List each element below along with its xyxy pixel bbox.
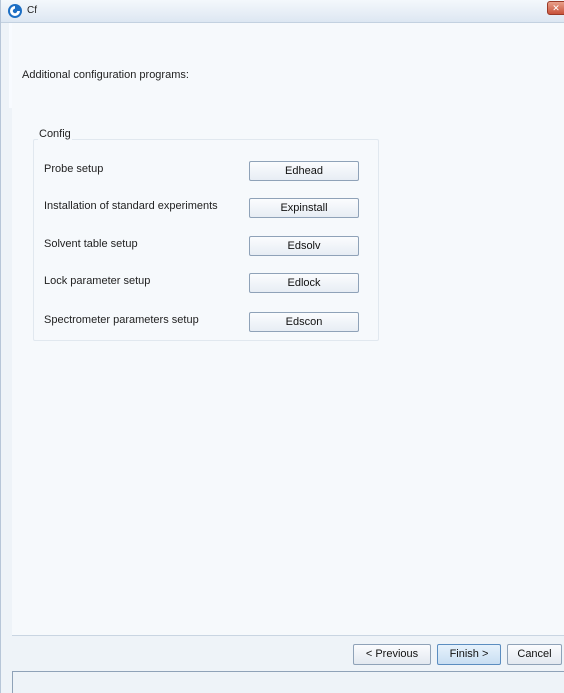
edscon-button[interactable]: Edscon [249, 312, 359, 332]
lock-parameter-label: Lock parameter setup [44, 275, 151, 287]
window-title: Cf [27, 5, 37, 16]
close-button[interactable]: ✕ [547, 1, 564, 15]
title-bar[interactable]: Cf ✕ [1, 0, 564, 23]
edhead-button[interactable]: Edhead [249, 161, 359, 181]
previous-button[interactable]: < Previous [353, 644, 431, 665]
standard-experiments-label: Installation of standard experiments [44, 200, 218, 212]
close-icon: ✕ [552, 3, 560, 13]
app-icon [8, 4, 22, 18]
probe-setup-label: Probe setup [44, 163, 104, 175]
dialog-window: Cf ✕ Additional configuration programs: … [0, 0, 564, 693]
status-bar [12, 671, 564, 693]
expinstall-button[interactable]: Expinstall [249, 198, 359, 218]
config-group-title: Config [38, 128, 72, 140]
footer-divider [12, 635, 564, 636]
cancel-button[interactable]: Cancel [507, 644, 562, 665]
finish-button[interactable]: Finish > [437, 644, 501, 665]
page-header: Additional configuration programs: [22, 69, 189, 81]
spectrometer-parameters-label: Spectrometer parameters setup [44, 314, 199, 326]
solvent-table-label: Solvent table setup [44, 238, 138, 250]
edsolv-button[interactable]: Edsolv [249, 236, 359, 256]
edlock-button[interactable]: Edlock [249, 273, 359, 293]
